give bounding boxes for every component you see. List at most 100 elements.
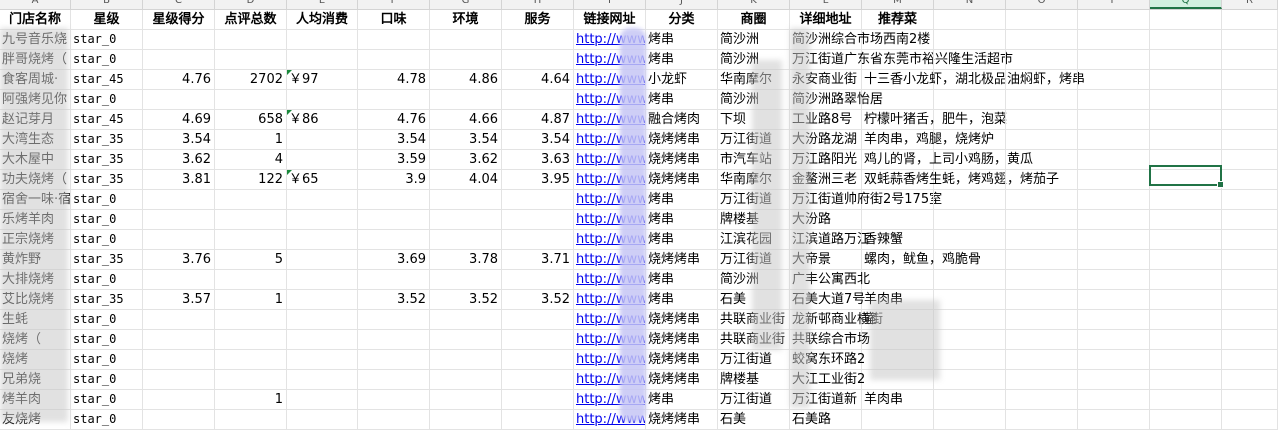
cell-dishes[interactable]: 鸡儿的肾，上司小鸡肠，黄瓜 [862, 150, 1033, 170]
cell-service[interactable]: 3.71 [502, 250, 574, 270]
cell-avg[interactable] [287, 30, 358, 50]
cell-star[interactable]: star_35 [71, 150, 143, 170]
empty-cell[interactable] [1078, 90, 1150, 110]
active-cell-selection[interactable] [1149, 165, 1224, 188]
cell-taste[interactable] [358, 230, 430, 250]
cell-district[interactable]: 万江街道 [718, 350, 790, 370]
empty-cell[interactable] [1150, 110, 1222, 130]
cell-star[interactable]: star_0 [71, 370, 143, 390]
empty-cell[interactable] [1222, 350, 1278, 370]
cell-score[interactable] [143, 50, 215, 70]
cell-reviews[interactable]: 122 [215, 170, 287, 190]
column-header-g[interactable]: G [430, 0, 502, 9]
cell-score[interactable]: 3.62 [143, 150, 215, 170]
cell-star[interactable]: star_35 [71, 250, 143, 270]
empty-cell[interactable] [1222, 90, 1278, 110]
cell-dishes[interactable] [862, 90, 934, 110]
cell-taste[interactable]: 3.9 [358, 170, 430, 190]
empty-cell[interactable] [1078, 110, 1150, 130]
cell-env[interactable] [430, 230, 502, 250]
column-header-m[interactable]: M [862, 0, 934, 9]
empty-cell[interactable] [1222, 310, 1278, 330]
empty-cell[interactable] [934, 50, 1006, 70]
empty-cell[interactable] [1150, 390, 1222, 410]
cell-score[interactable] [143, 270, 215, 290]
header-cell-taste[interactable]: 口味 [358, 10, 430, 30]
cell-dishes[interactable]: 羊肉串，鸡腿，烧烤炉 [862, 130, 994, 150]
cell-cat[interactable]: 烧烤烤串 [646, 170, 718, 190]
empty-cell[interactable] [1150, 70, 1222, 90]
cell-dishes[interactable] [862, 210, 934, 230]
empty-cell[interactable] [1150, 190, 1222, 210]
cell-star[interactable]: star_0 [71, 50, 143, 70]
cell-avg[interactable] [287, 250, 358, 270]
cell-service[interactable]: 3.63 [502, 150, 574, 170]
cell-taste[interactable] [358, 370, 430, 390]
cell-taste[interactable]: 3.54 [358, 130, 430, 150]
cell-taste[interactable] [358, 190, 430, 210]
empty-cell[interactable] [1006, 350, 1078, 370]
empty-cell[interactable] [1222, 70, 1278, 90]
cell-reviews[interactable] [215, 190, 287, 210]
cell-avg[interactable] [287, 150, 358, 170]
cell-avg[interactable] [287, 390, 358, 410]
empty-cell[interactable] [1222, 410, 1278, 430]
empty-cell[interactable] [1078, 10, 1150, 30]
cell-taste[interactable] [358, 90, 430, 110]
cell-cat[interactable]: 烧烤烤串 [646, 130, 718, 150]
cell-avg[interactable] [287, 350, 358, 370]
cell-score[interactable]: 3.76 [143, 250, 215, 270]
empty-cell[interactable] [1222, 250, 1278, 270]
cell-env[interactable]: 3.78 [430, 250, 502, 270]
cell-taste[interactable] [358, 390, 430, 410]
cell-star[interactable]: star_0 [71, 410, 143, 430]
cell-cat[interactable]: 小龙虾 [646, 70, 718, 90]
cell-taste[interactable]: 4.76 [358, 110, 430, 130]
column-header-d[interactable]: D [215, 0, 287, 9]
cell-score[interactable]: 4.69 [143, 110, 215, 130]
header-cell-star[interactable]: 星级 [71, 10, 143, 30]
cell-star[interactable]: star_0 [71, 30, 143, 50]
cell-env[interactable] [430, 350, 502, 370]
cell-star[interactable]: star_35 [71, 130, 143, 150]
empty-cell[interactable] [1150, 290, 1222, 310]
empty-cell[interactable] [1150, 90, 1222, 110]
empty-cell[interactable] [1006, 390, 1078, 410]
cell-star[interactable]: star_45 [71, 110, 143, 130]
cell-reviews[interactable]: 658 [215, 110, 287, 130]
cell-cat[interactable]: 烧烤烤串 [646, 150, 718, 170]
cell-avg[interactable] [287, 290, 358, 310]
cell-taste[interactable] [358, 210, 430, 230]
cell-service[interactable] [502, 410, 574, 430]
empty-cell[interactable] [1078, 210, 1150, 230]
cell-score[interactable] [143, 410, 215, 430]
column-header-n[interactable]: N [934, 0, 1006, 9]
cell-dishes[interactable] [862, 190, 934, 210]
header-cell-reviews[interactable]: 点评总数 [215, 10, 287, 30]
empty-cell[interactable] [1078, 310, 1150, 330]
cell-star[interactable]: star_0 [71, 270, 143, 290]
cell-reviews[interactable] [215, 50, 287, 70]
cell-score[interactable] [143, 190, 215, 210]
cell-score[interactable] [143, 350, 215, 370]
empty-cell[interactable] [1222, 190, 1278, 210]
cell-service[interactable]: 3.95 [502, 170, 574, 190]
empty-cell[interactable] [934, 310, 1006, 330]
empty-cell[interactable] [934, 410, 1006, 430]
cell-reviews[interactable]: 1 [215, 390, 287, 410]
cell-service[interactable] [502, 330, 574, 350]
empty-cell[interactable] [1078, 330, 1150, 350]
cell-star[interactable]: star_35 [71, 290, 143, 310]
empty-cell[interactable] [934, 70, 1006, 90]
cell-cat[interactable]: 烧烤烤串 [646, 370, 718, 390]
cell-service[interactable] [502, 310, 574, 330]
cell-star[interactable]: star_0 [71, 310, 143, 330]
cell-avg[interactable]: ￥86 [287, 110, 358, 130]
cell-score[interactable] [143, 330, 215, 350]
empty-cell[interactable] [934, 10, 1006, 30]
cell-service[interactable] [502, 90, 574, 110]
header-cell-score[interactable]: 星级得分 [143, 10, 215, 30]
cell-reviews[interactable] [215, 210, 287, 230]
empty-cell[interactable] [934, 110, 1006, 130]
empty-cell[interactable] [1078, 70, 1150, 90]
